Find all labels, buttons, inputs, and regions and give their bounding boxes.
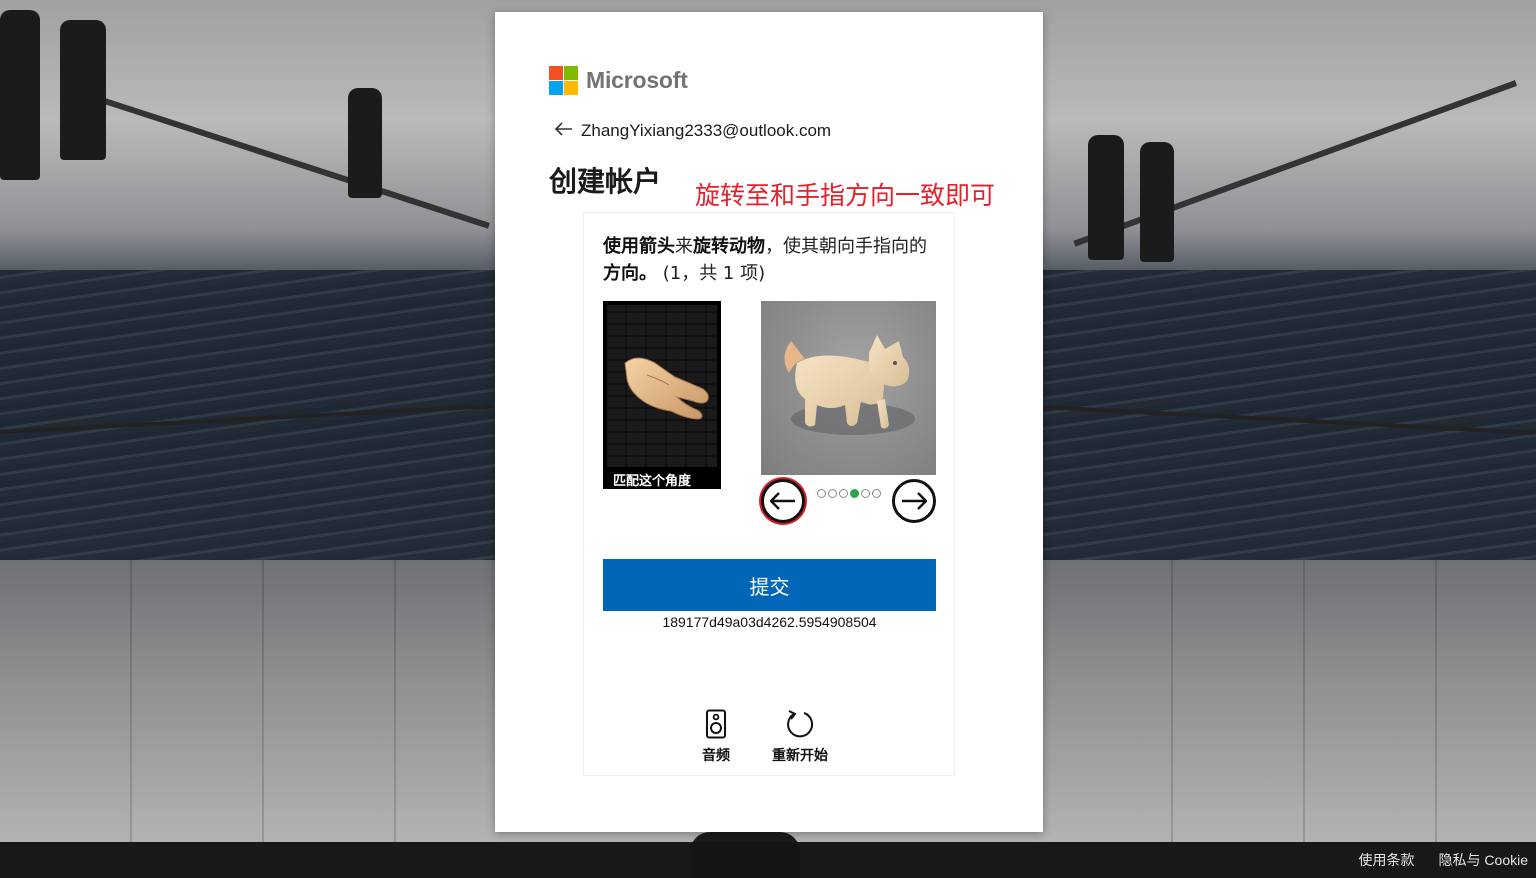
page-footer: 使用条款 隐私与 Cookie xyxy=(0,842,1536,878)
privacy-link[interactable]: 隐私与 Cookie xyxy=(1439,850,1528,870)
submit-button[interactable]: 提交 xyxy=(603,559,936,611)
instruction-text: 来 xyxy=(675,236,693,257)
pagination-dot xyxy=(872,489,881,498)
microsoft-logo: Microsoft xyxy=(549,66,688,95)
arrow-right-circle-icon[interactable] xyxy=(892,479,936,523)
pagination-dots xyxy=(817,489,881,498)
stair-carpet-left xyxy=(0,270,495,560)
wall-panels-right xyxy=(1041,560,1536,842)
reference-image-box: 匹配这个角度 xyxy=(603,301,721,489)
audio-button[interactable]: 音频 xyxy=(702,709,730,765)
instruction-bold: 使用箭头 xyxy=(603,236,675,257)
instruction-counter: (1，共 1 项) xyxy=(657,263,766,284)
identity-email: ZhangYixiang2333@outlook.com xyxy=(581,120,832,140)
person-silhouette xyxy=(60,20,106,160)
restart-button[interactable]: 重新开始 xyxy=(772,709,828,765)
restart-label: 重新开始 xyxy=(772,748,828,764)
terms-link[interactable]: 使用条款 xyxy=(1359,850,1415,870)
microsoft-logo-icon xyxy=(549,66,578,95)
pagination-dot xyxy=(839,489,848,498)
pagination-dot xyxy=(861,489,870,498)
wall-panels-left xyxy=(0,560,495,842)
reference-caption: 匹配这个角度 xyxy=(613,474,692,489)
instruction-text: ，使其朝向手指向的 xyxy=(765,236,927,257)
person-silhouette xyxy=(1140,142,1174,262)
handrail-upper-left xyxy=(79,90,490,229)
arrow-left-icon[interactable] xyxy=(554,120,573,141)
instruction-bold: 旋转动物 xyxy=(693,236,765,257)
rotation-controls xyxy=(761,479,936,525)
signup-card: Microsoft ZhangYixiang2333@outlook.com 创… xyxy=(495,12,1043,832)
brand-name: Microsoft xyxy=(586,67,688,93)
pagination-dot xyxy=(817,489,826,498)
page-title: 创建帐户 xyxy=(549,165,662,198)
arrow-left-circle-icon[interactable] xyxy=(761,479,805,523)
person-silhouette xyxy=(348,88,382,198)
person-silhouette xyxy=(1088,135,1124,260)
captcha-frame: 使用箭头来旋转动物，使其朝向手指向的方向。 (1，共 1 项) 匹配这个角度 提… xyxy=(583,212,955,776)
session-id: 189177d49a03d4262.5954908504 xyxy=(662,614,877,630)
audio-label: 音频 xyxy=(702,748,730,764)
instruction-bold: 方向。 xyxy=(603,263,657,284)
captcha-instruction: 使用箭头来旋转动物，使其朝向手指向的方向。 (1，共 1 项) xyxy=(603,233,933,287)
stair-carpet-right xyxy=(1041,270,1536,560)
speaker-icon xyxy=(706,709,726,739)
reference-hand-image xyxy=(607,305,717,467)
refresh-icon xyxy=(787,710,814,738)
person-silhouette xyxy=(0,10,40,180)
pagination-dot-active xyxy=(850,489,859,498)
animal-rotation-image xyxy=(761,301,936,475)
overlay-annotation: 旋转至和手指方向一致即可 xyxy=(695,181,996,210)
identity-banner[interactable]: ZhangYixiang2333@outlook.com xyxy=(554,120,832,141)
pagination-dot xyxy=(828,489,837,498)
